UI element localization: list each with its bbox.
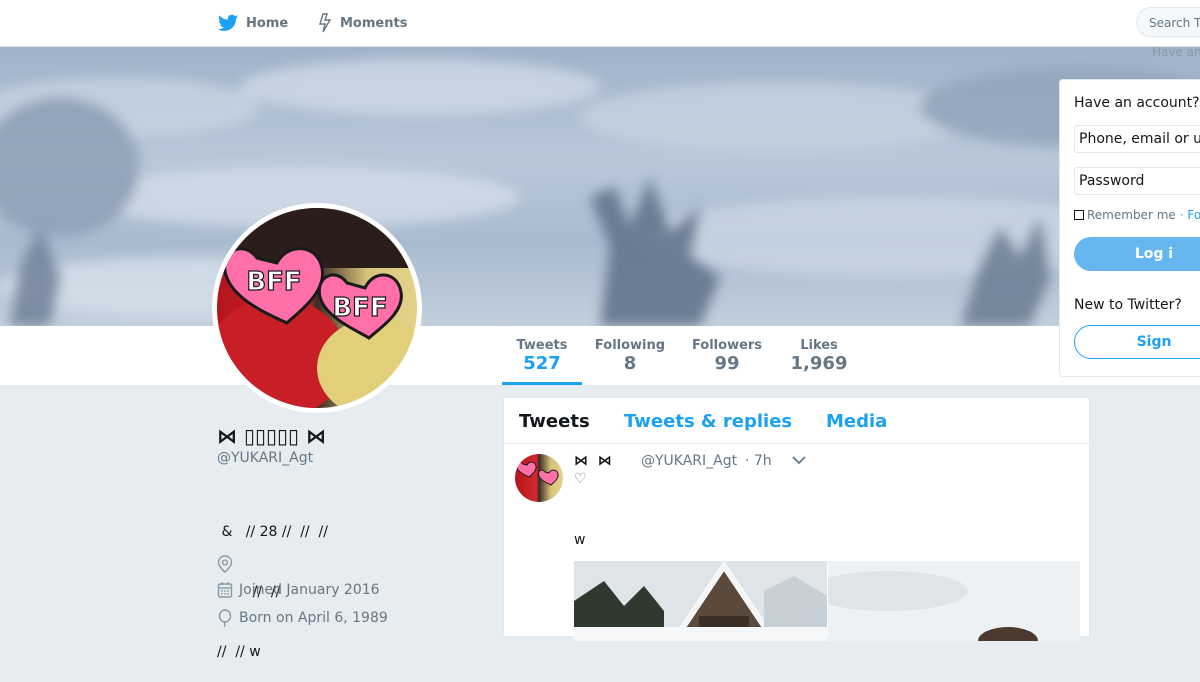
bio-line: // // w: [217, 644, 261, 660]
stat-following[interactable]: Following 8: [590, 338, 670, 374]
profile-born: Born on April 6, 1989: [217, 609, 388, 627]
twitter-bird-icon: [218, 14, 238, 31]
chevron-down-icon[interactable]: [792, 455, 806, 465]
password-field[interactable]: Password: [1074, 167, 1200, 195]
tweet-avatar[interactable]: [515, 454, 563, 502]
signup-button[interactable]: Sign: [1074, 325, 1200, 359]
avatar-image: BFF BFF: [217, 208, 417, 408]
lightning-icon: [319, 13, 332, 33]
location-pin-icon: [217, 555, 233, 573]
profile-handle[interactable]: @YUKARI_Agt: [217, 450, 313, 466]
stat-tweets-value: 527: [523, 353, 561, 374]
remember-me[interactable]: Remember me · Fo: [1074, 208, 1200, 222]
stat-following-label: Following: [594, 338, 666, 353]
balloon-icon: [218, 609, 232, 627]
timeline-tabs: Tweets Tweets & replies Media: [504, 398, 1089, 444]
remember-label: Remember me: [1087, 208, 1176, 222]
profile-avatar[interactable]: BFF BFF: [212, 203, 422, 413]
timeline-panel: Tweets Tweets & replies Media ⋈ ⋈ @YUKAR…: [503, 397, 1090, 641]
bio-line: & // 28 // // //: [217, 524, 328, 540]
tweet-heart-text: ♡: [574, 471, 587, 487]
profile-joined: Joined January 2016: [217, 581, 380, 599]
born-text: Born on April 6, 1989: [239, 610, 388, 626]
username-field[interactable]: Phone, email or u: [1074, 125, 1200, 153]
tweet-author-name[interactable]: ⋈ ⋈: [574, 453, 612, 469]
stat-followers[interactable]: Followers 99: [687, 338, 767, 374]
active-tab-underline: [502, 382, 582, 385]
stat-tweets-label: Tweets: [516, 338, 568, 353]
profile-name: ⋈ ▯▯▯▯▯ ⋈: [217, 424, 326, 448]
tweet-timestamp[interactable]: · 7h: [745, 453, 772, 469]
stat-followers-label: Followers: [691, 338, 763, 353]
profile-location: [217, 555, 239, 573]
new-to-twitter-title: New to Twitter?: [1074, 297, 1182, 313]
profile-banner: [0, 47, 1200, 326]
nav-moments[interactable]: Moments: [318, 0, 407, 46]
stat-likes-value: 1,969: [790, 353, 848, 374]
nav-home-label: Home: [246, 15, 289, 31]
stat-likes[interactable]: Likes 1,969: [779, 338, 859, 374]
calendar-icon: [217, 582, 233, 598]
login-title: Have an account?: [1074, 95, 1200, 111]
svg-text:BFF: BFF: [332, 293, 387, 323]
tab-media[interactable]: Media: [826, 411, 887, 432]
forgot-password-link[interactable]: · Fo: [1180, 208, 1200, 222]
top-navigation: Home Moments Search T: [0, 0, 1200, 47]
stat-followers-value: 99: [714, 353, 740, 374]
stat-tweets[interactable]: Tweets 527: [502, 338, 582, 374]
remember-checkbox[interactable]: [1074, 210, 1084, 220]
joined-text: Joined January 2016: [239, 582, 380, 598]
nav-home[interactable]: Home: [218, 0, 288, 46]
tab-tweets[interactable]: Tweets: [519, 411, 590, 432]
svg-text:BFF: BFF: [246, 267, 301, 297]
tweet-author-handle[interactable]: @YUKARI_Agt: [641, 453, 737, 469]
stat-following-value: 8: [623, 353, 637, 374]
search-input[interactable]: Search T: [1136, 7, 1200, 37]
tweet-media-image[interactable]: [574, 561, 827, 641]
stat-likes-label: Likes: [800, 338, 838, 353]
tab-tweets-replies[interactable]: Tweets & replies: [624, 411, 792, 432]
tweet-media-image[interactable]: [828, 561, 1080, 641]
banner-image: [0, 59, 1200, 326]
login-button[interactable]: Log i: [1074, 237, 1200, 271]
nav-moments-label: Moments: [340, 15, 408, 31]
tweet-text: w: [574, 532, 586, 548]
have-account-hint: Have an: [1152, 45, 1200, 59]
login-card: Have an account? Phone, email or u Passw…: [1059, 79, 1200, 377]
